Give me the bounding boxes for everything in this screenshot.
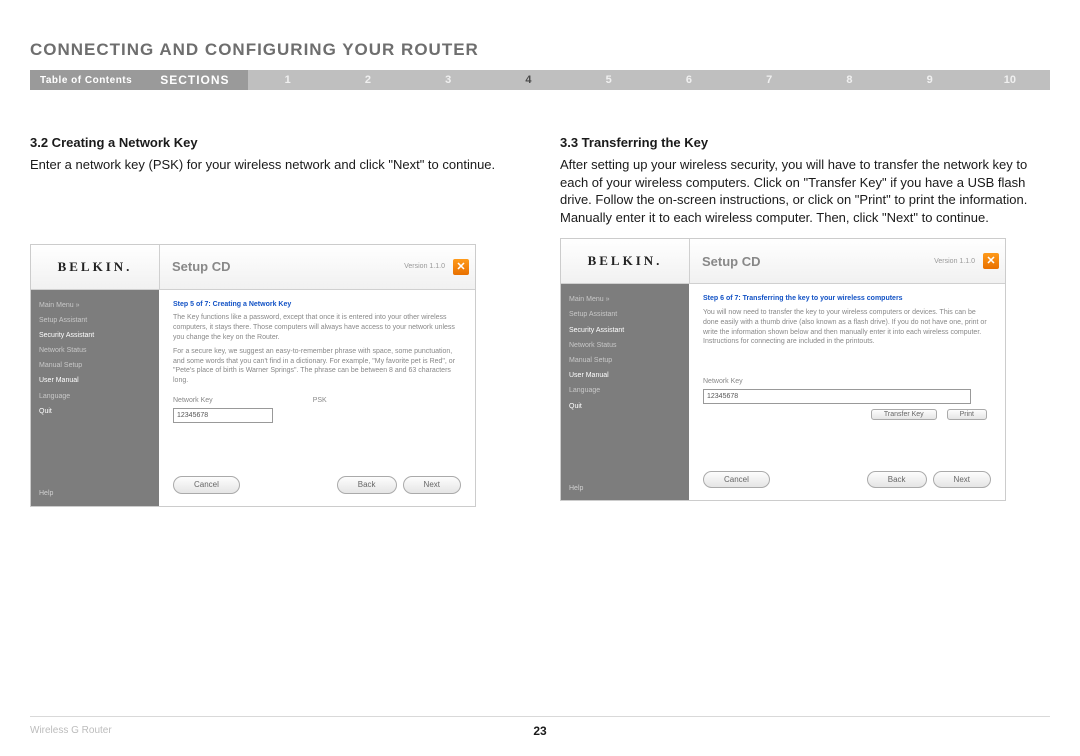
sidebar-main[interactable]: Main Menu » [569, 292, 681, 307]
step-title: Step 6 of 7: Transferring the key to you… [703, 294, 991, 304]
network-key-label: Network Key [173, 396, 213, 406]
brand-logo: BELKIN. [561, 239, 690, 283]
right-heading: 3.3 Transferring the Key [560, 135, 1050, 150]
sidebar-security-assistant[interactable]: Security Assistant [39, 328, 151, 343]
step-text-1: The Key functions like a password, excep… [173, 313, 461, 342]
back-button[interactable]: Back [337, 476, 397, 493]
close-icon[interactable]: ✕ [983, 253, 999, 269]
section-nav: Table of Contents SECTIONS 1 2 3 4 5 6 7… [30, 70, 1050, 90]
nav-7[interactable]: 7 [729, 70, 809, 90]
sidebar-setup-assistant[interactable]: Setup Assistant [39, 313, 151, 328]
app-title: Setup CD [702, 254, 761, 269]
print-button[interactable]: Print [947, 409, 987, 420]
sidebar-network-status[interactable]: Network Status [569, 338, 681, 353]
sidebar-help[interactable]: Help [569, 483, 583, 494]
page-number: 23 [533, 724, 546, 738]
nav-8[interactable]: 8 [809, 70, 889, 90]
app-window-1: BELKIN. Setup CD Version 1.1.0 ✕ Main Me… [30, 244, 476, 507]
sidebar-quit[interactable]: Quit [569, 399, 681, 414]
cancel-button[interactable]: Cancel [173, 476, 240, 493]
sidebar-setup-assistant[interactable]: Setup Assistant [569, 307, 681, 322]
sidebar-security-assistant[interactable]: Security Assistant [569, 323, 681, 338]
nav-9[interactable]: 9 [890, 70, 970, 90]
step-text-2: For a secure key, we suggest an easy-to-… [173, 347, 461, 386]
footer-product: Wireless G Router [30, 725, 112, 736]
transfer-key-button[interactable]: Transfer Key [871, 409, 937, 420]
sidebar-manual-setup[interactable]: Manual Setup [569, 353, 681, 368]
network-key-input[interactable]: 12345678 [173, 408, 273, 423]
left-column: 3.2 Creating a Network Key Enter a netwo… [30, 135, 520, 507]
nav-4[interactable]: 4 [488, 70, 568, 90]
nav-toc[interactable]: Table of Contents [30, 70, 142, 90]
sidebar-language[interactable]: Language [39, 389, 151, 404]
sidebar-network-status[interactable]: Network Status [39, 343, 151, 358]
right-column: 3.3 Transferring the Key After setting u… [560, 135, 1050, 507]
sidebar-main[interactable]: Main Menu » [39, 298, 151, 313]
network-key-input[interactable]: 12345678 [703, 389, 971, 404]
psk-label: PSK [313, 396, 327, 406]
brand-logo: BELKIN. [31, 245, 160, 289]
sidebar-user-manual[interactable]: User Manual [39, 373, 151, 388]
nav-10[interactable]: 10 [970, 70, 1050, 90]
sidebar-language[interactable]: Language [569, 383, 681, 398]
sidebar-user-manual[interactable]: User Manual [569, 368, 681, 383]
step-title: Step 5 of 7: Creating a Network Key [173, 300, 461, 310]
sidebar: Main Menu » Setup Assistant Security Ass… [31, 290, 159, 506]
nav-2[interactable]: 2 [328, 70, 408, 90]
sidebar-quit[interactable]: Quit [39, 404, 151, 419]
page-footer: Wireless G Router 23 [30, 716, 1050, 736]
sidebar-help[interactable]: Help [39, 488, 53, 499]
next-button[interactable]: Next [933, 471, 991, 488]
right-body: After setting up your wireless security,… [560, 156, 1050, 226]
nav-6[interactable]: 6 [649, 70, 729, 90]
cancel-button[interactable]: Cancel [703, 471, 770, 488]
next-button[interactable]: Next [403, 476, 461, 493]
back-button[interactable]: Back [867, 471, 927, 488]
nav-1[interactable]: 1 [248, 70, 328, 90]
nav-sections-label: SECTIONS [142, 70, 247, 90]
network-key-label: Network Key [703, 377, 991, 387]
left-body: Enter a network key (PSK) for your wirel… [30, 156, 520, 174]
nav-5[interactable]: 5 [569, 70, 649, 90]
app-version: Version 1.1.0 [404, 263, 445, 270]
step-text-1: You will now need to transfer the key to… [703, 308, 991, 347]
page-title: CONNECTING AND CONFIGURING YOUR ROUTER [30, 40, 1050, 60]
app-version: Version 1.1.0 [934, 258, 975, 265]
nav-3[interactable]: 3 [408, 70, 488, 90]
sidebar: Main Menu » Setup Assistant Security Ass… [561, 284, 689, 500]
app-title: Setup CD [172, 259, 231, 274]
close-icon[interactable]: ✕ [453, 259, 469, 275]
app-window-2: BELKIN. Setup CD Version 1.1.0 ✕ Main Me… [560, 238, 1006, 501]
sidebar-manual-setup[interactable]: Manual Setup [39, 358, 151, 373]
left-heading: 3.2 Creating a Network Key [30, 135, 520, 150]
